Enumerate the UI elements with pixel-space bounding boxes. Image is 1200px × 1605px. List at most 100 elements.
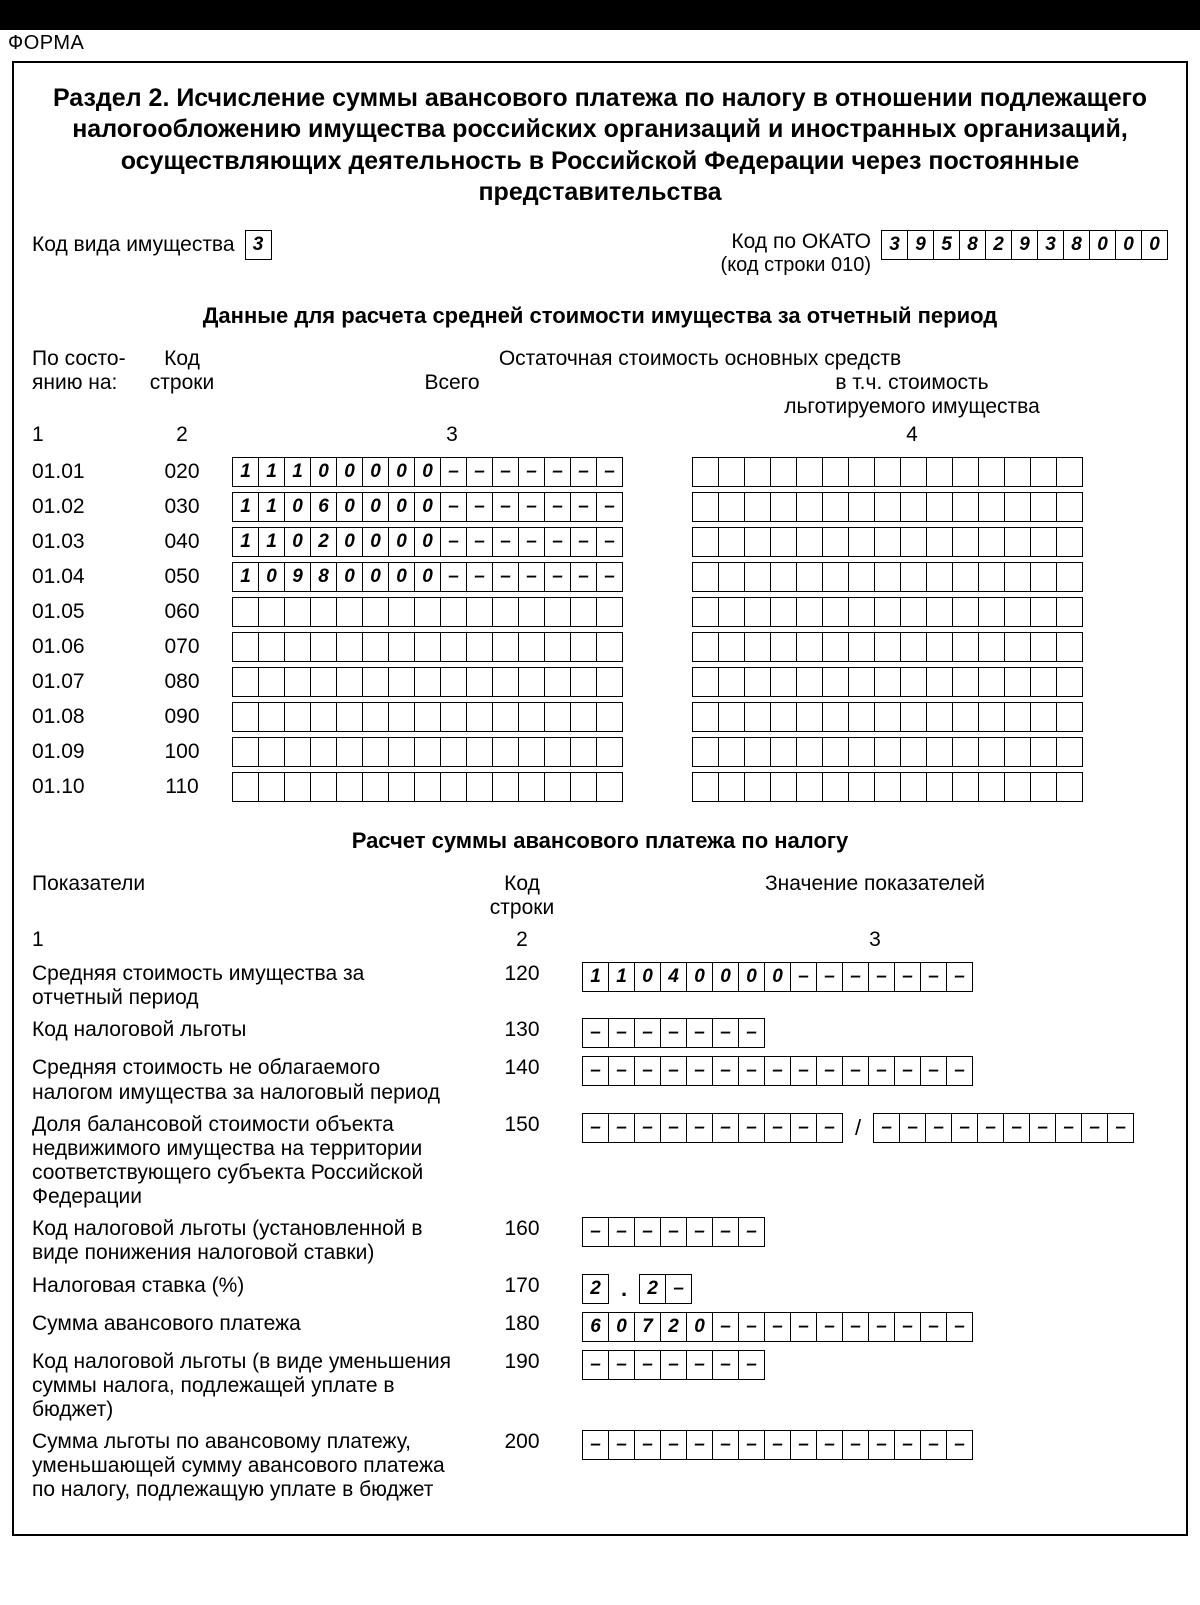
- row-080-col3-cell[interactable]: [518, 667, 545, 697]
- calc-150-left-cell[interactable]: –: [816, 1113, 843, 1143]
- row-060-col4-cell[interactable]: [822, 597, 849, 627]
- row-050-col3-cell[interactable]: 8: [310, 562, 337, 592]
- row-050-col3-cell[interactable]: 9: [284, 562, 311, 592]
- row-040-col3-cell[interactable]: –: [518, 527, 545, 557]
- calc-120-cells-cell[interactable]: 0: [686, 962, 713, 992]
- row-040-col4-cell[interactable]: [822, 527, 849, 557]
- row-050-col4-cell[interactable]: [744, 562, 771, 592]
- calc-190-cells[interactable]: –––––––: [582, 1350, 765, 1380]
- calc-120-cells-cell[interactable]: –: [920, 962, 947, 992]
- row-100-col3-cell[interactable]: [518, 737, 545, 767]
- row-070-col3-cell[interactable]: [362, 632, 389, 662]
- row-070-col4-cell[interactable]: [1004, 632, 1031, 662]
- calc-190-cells-cell[interactable]: –: [608, 1350, 635, 1380]
- row-100-col3-cell[interactable]: [388, 737, 415, 767]
- calc-200-cells-cell[interactable]: –: [608, 1430, 635, 1460]
- row-040-col3[interactable]: 11020000–––––––: [232, 527, 623, 557]
- row-090-col4-cell[interactable]: [874, 702, 901, 732]
- row-110-col4-cell[interactable]: [926, 772, 953, 802]
- row-060-col4-cell[interactable]: [926, 597, 953, 627]
- row-060-col3-cell[interactable]: [596, 597, 623, 627]
- row-070-col3[interactable]: [232, 632, 623, 662]
- calc-150-left-cell[interactable]: –: [582, 1113, 609, 1143]
- calc-120-cells-cell[interactable]: –: [816, 962, 843, 992]
- calc-200-cells-cell[interactable]: –: [920, 1430, 947, 1460]
- row-090-col3-cell[interactable]: [492, 702, 519, 732]
- row-110-col3-cell[interactable]: [284, 772, 311, 802]
- calc-120-cells-cell[interactable]: 0: [634, 962, 661, 992]
- row-080-col4[interactable]: [692, 667, 1083, 697]
- okato-cells[interactable]: 39582938000: [881, 230, 1168, 260]
- row-070-col3-cell[interactable]: [310, 632, 337, 662]
- row-050-col3-cell[interactable]: 0: [336, 562, 363, 592]
- row-040-col4-cell[interactable]: [718, 527, 745, 557]
- calc-150-right-cell[interactable]: –: [873, 1113, 900, 1143]
- calc-140-cells-cell[interactable]: –: [920, 1056, 947, 1086]
- row-050-col4-cell[interactable]: [692, 562, 719, 592]
- row-020-col4-cell[interactable]: [692, 457, 719, 487]
- calc-180-cells-cell[interactable]: 6: [582, 1312, 609, 1342]
- row-070-col4-cell[interactable]: [718, 632, 745, 662]
- row-090-col4-cell[interactable]: [692, 702, 719, 732]
- row-050-col4-cell[interactable]: [926, 562, 953, 592]
- row-070-col4-cell[interactable]: [796, 632, 823, 662]
- calc-130-cells-cell[interactable]: –: [738, 1018, 765, 1048]
- row-060-col4-cell[interactable]: [744, 597, 771, 627]
- row-070-col4-cell[interactable]: [978, 632, 1005, 662]
- row-060-col3-cell[interactable]: [258, 597, 285, 627]
- row-100-col4-cell[interactable]: [1030, 737, 1057, 767]
- calc-170-frac[interactable]: 2–: [639, 1274, 692, 1304]
- calc-190-cells-cell[interactable]: –: [712, 1350, 739, 1380]
- row-050-col3-cell[interactable]: –: [544, 562, 571, 592]
- row-030-col4-cell[interactable]: [822, 492, 849, 522]
- row-110-col3-cell[interactable]: [440, 772, 467, 802]
- calc-170-int-cell[interactable]: 2: [582, 1274, 609, 1304]
- row-100-col3-cell[interactable]: [336, 737, 363, 767]
- row-040-col4[interactable]: [692, 527, 1083, 557]
- row-090-col4-cell[interactable]: [978, 702, 1005, 732]
- row-080-col3-cell[interactable]: [570, 667, 597, 697]
- calc-150-right-cell[interactable]: –: [951, 1113, 978, 1143]
- row-030-col3-cell[interactable]: 0: [362, 492, 389, 522]
- calc-150-left-cell[interactable]: –: [764, 1113, 791, 1143]
- row-020-col3-cell[interactable]: 0: [362, 457, 389, 487]
- row-040-col3-cell[interactable]: 1: [232, 527, 259, 557]
- row-070-col3-cell[interactable]: [232, 632, 259, 662]
- row-090-col3-cell[interactable]: [232, 702, 259, 732]
- calc-140-cells-cell[interactable]: –: [634, 1056, 661, 1086]
- calc-160-cells-cell[interactable]: –: [608, 1217, 635, 1247]
- row-090-col3-cell[interactable]: [570, 702, 597, 732]
- calc-200-cells-cell[interactable]: –: [790, 1430, 817, 1460]
- row-110-col3-cell[interactable]: [518, 772, 545, 802]
- calc-200-cells-cell[interactable]: –: [712, 1430, 739, 1460]
- row-100-col3-cell[interactable]: [596, 737, 623, 767]
- calc-180-cells-cell[interactable]: 0: [686, 1312, 713, 1342]
- row-100-col4-cell[interactable]: [874, 737, 901, 767]
- calc-160-cells-cell[interactable]: –: [712, 1217, 739, 1247]
- calc-150-left-cell[interactable]: –: [608, 1113, 635, 1143]
- row-070-col3-cell[interactable]: [336, 632, 363, 662]
- row-080-col4-cell[interactable]: [718, 667, 745, 697]
- row-060-col4-cell[interactable]: [1004, 597, 1031, 627]
- row-050-col4-cell[interactable]: [874, 562, 901, 592]
- row-020-col4-cell[interactable]: [796, 457, 823, 487]
- row-070-col4-cell[interactable]: [822, 632, 849, 662]
- row-100-col4-cell[interactable]: [952, 737, 979, 767]
- row-070-col3-cell[interactable]: [570, 632, 597, 662]
- row-070-col3-cell[interactable]: [440, 632, 467, 662]
- row-050-col4-cell[interactable]: [770, 562, 797, 592]
- row-020-col3-cell[interactable]: 1: [284, 457, 311, 487]
- row-090-col3-cell[interactable]: [544, 702, 571, 732]
- okato-cells-cell[interactable]: 8: [1063, 230, 1090, 260]
- row-090-col4-cell[interactable]: [1056, 702, 1083, 732]
- row-060-col3-cell[interactable]: [336, 597, 363, 627]
- row-110-col3-cell[interactable]: [388, 772, 415, 802]
- row-090-col4-cell[interactable]: [718, 702, 745, 732]
- row-030-col4-cell[interactable]: [1056, 492, 1083, 522]
- row-050-col4-cell[interactable]: [1056, 562, 1083, 592]
- row-070-col4[interactable]: [692, 632, 1083, 662]
- row-090-col4-cell[interactable]: [1004, 702, 1031, 732]
- row-080-col4-cell[interactable]: [822, 667, 849, 697]
- row-040-col3-cell[interactable]: –: [570, 527, 597, 557]
- calc-200-cells-cell[interactable]: –: [738, 1430, 765, 1460]
